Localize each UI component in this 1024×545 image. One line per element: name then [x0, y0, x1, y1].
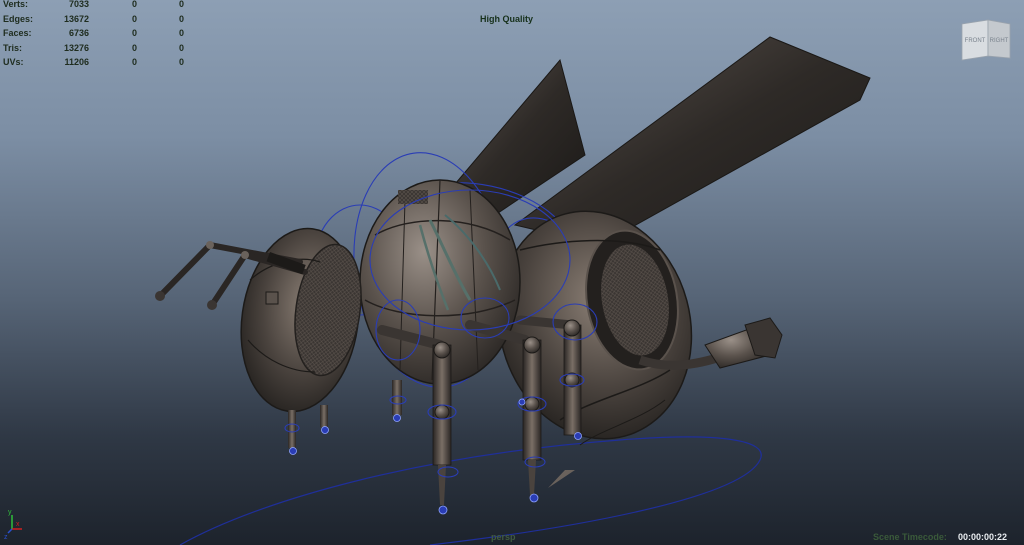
- stat-value: 13672: [63, 13, 89, 24]
- ground-control-curve[interactable]: [179, 436, 762, 545]
- stat-selected: 0: [131, 57, 137, 67]
- stat-selected: 0: [131, 13, 137, 24]
- stat-row-edges: Edges: 13672 0 0: [3, 12, 184, 27]
- stat-component: 0: [178, 57, 184, 67]
- view-cube[interactable]: FRONT RIGHT: [956, 18, 1014, 62]
- stat-value: 6736: [68, 28, 89, 38]
- axis-gizmo: y x z: [4, 509, 22, 541]
- view-cube-right-label: RIGHT: [990, 38, 1009, 44]
- stat-label: Edges:: [3, 13, 34, 24]
- z-axis-line: [7, 528, 13, 534]
- z-axis-label: z: [4, 534, 8, 541]
- camera-name-label: persp: [491, 532, 516, 542]
- stat-selected: 0: [131, 42, 137, 53]
- poly-count-hud: Verts: 7033 0 0 Edges: 13672 0 0 Faces: …: [3, 0, 184, 70]
- scene-3d-view[interactable]: [0, 0, 1024, 545]
- stat-label: Faces:: [3, 28, 32, 38]
- stat-row-faces: Faces: 6736 0 0: [3, 26, 184, 41]
- stat-label: Tris:: [3, 42, 23, 53]
- stat-selected: 0: [131, 28, 137, 38]
- stat-label: Verts:: [3, 0, 29, 9]
- stat-label: UVs:: [3, 57, 24, 67]
- stat-row-uvs: UVs: 11206 0 0: [3, 55, 184, 70]
- timecode-label: Scene Timecode:: [873, 532, 947, 542]
- y-axis-label: y: [8, 509, 12, 516]
- stat-value: 7033: [68, 0, 89, 9]
- stat-selected: 0: [131, 0, 137, 9]
- stat-value: 11206: [64, 57, 89, 67]
- stat-component: 0: [178, 42, 184, 53]
- render-quality-label: High Quality: [480, 14, 534, 24]
- x-axis-label: x: [16, 521, 20, 528]
- stat-component: 0: [178, 13, 184, 24]
- stat-component: 0: [178, 28, 184, 38]
- stat-row-verts: Verts: 7033 0 0: [3, 0, 184, 12]
- viewport-persp[interactable]: Verts: 7033 0 0 Edges: 13672 0 0 Faces: …: [0, 0, 1024, 545]
- timecode-value: 00:00:00:22: [958, 532, 1008, 542]
- stat-value: 13276: [63, 42, 89, 53]
- view-cube-front-label: FRONT: [965, 38, 986, 44]
- stat-component: 0: [178, 0, 184, 9]
- stat-row-tris: Tris: 13276 0 0: [3, 41, 184, 56]
